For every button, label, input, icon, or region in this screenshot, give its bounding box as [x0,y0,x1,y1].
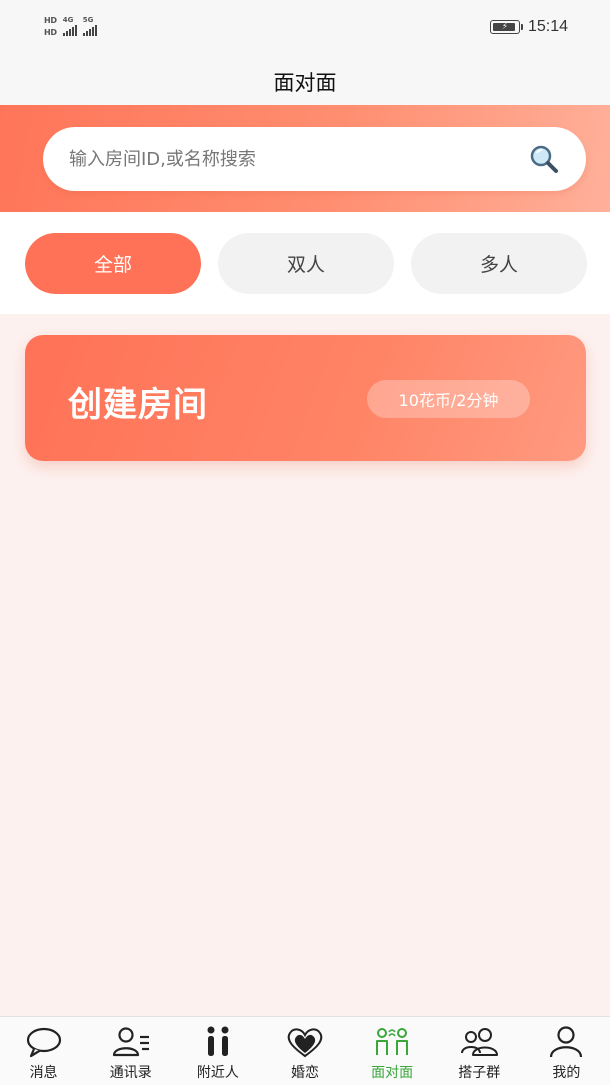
nearby-people-icon [207,1026,229,1056]
price-badge: 10花币/2分钟 [367,380,530,418]
filter-multi-person[interactable]: 多人 [411,233,587,294]
group-icon [461,1028,499,1056]
page-title: 面对面 [273,70,337,95]
nav-label: 婚恋 [290,1065,319,1081]
nav-label: 通讯录 [109,1065,152,1081]
network-5g-label: 5G [82,16,94,24]
nav-label: 搭子群 [458,1065,501,1081]
nav-profile[interactable]: 我的 [523,1017,610,1085]
search-icon[interactable] [528,143,560,175]
status-bar: HD HD 4G 5G ⚡ 15:14 [0,0,610,58]
search-box[interactable] [43,127,586,191]
nav-label: 附近人 [196,1065,239,1081]
signal-bars-icon [62,24,77,36]
nav-messages[interactable]: 消息 [0,1017,87,1085]
status-time: 15:14 [527,18,568,35]
nav-face-to-face[interactable]: 面对面 [349,1017,436,1085]
search-input[interactable] [69,148,528,170]
heart-icon [287,1028,323,1058]
face-to-face-icon [376,1028,409,1055]
bottom-nav: 消息 通讯录 附近人 婚恋 面对面 搭子群 我的 [0,1016,610,1085]
nav-groups[interactable]: 搭子群 [436,1017,523,1085]
nav-label: 面对面 [371,1065,414,1081]
title-bar: 面对面 [0,58,610,105]
filter-tabs: 全部 双人 多人 [0,212,610,314]
signal-indicators: HD HD 4G 5G [44,16,97,37]
chat-bubble-icon [26,1027,61,1058]
create-room-title: 创建房间 [68,385,208,425]
nav-contacts[interactable]: 通讯录 [87,1017,174,1085]
filter-two-person[interactable]: 双人 [218,233,394,294]
network-4g-label: 4G [62,16,74,24]
nav-label: 我的 [552,1065,581,1081]
network-4g: 4G [62,16,77,36]
hd-badge-1: HD [44,16,57,25]
signal-bars-icon [82,24,97,36]
contacts-icon [112,1027,149,1057]
profile-icon [550,1026,583,1058]
hd-badge-2: HD [44,28,57,37]
nav-nearby[interactable]: 附近人 [174,1017,261,1085]
create-room-card[interactable]: 创建房间 10花币/2分钟 [25,335,586,461]
nav-dating[interactable]: 婚恋 [261,1017,348,1085]
filter-all[interactable]: 全部 [25,233,201,294]
network-5g: 5G [82,16,97,36]
nav-label: 消息 [29,1065,58,1081]
search-band [0,105,610,212]
battery-icon: ⚡ [489,20,523,34]
